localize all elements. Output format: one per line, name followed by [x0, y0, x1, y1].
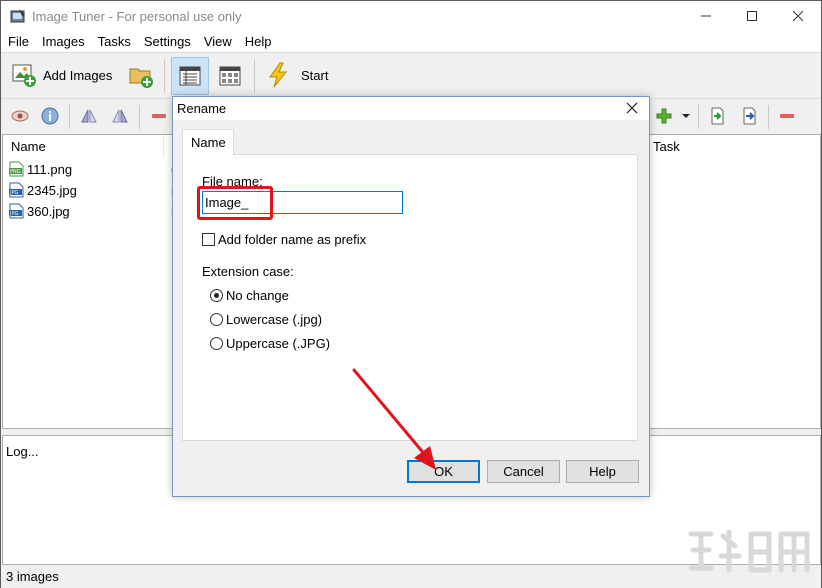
watermark-logo [688, 529, 810, 573]
title-bar: Image Tuner - For personal use only [1, 1, 821, 31]
maximize-icon [747, 11, 757, 21]
file-row[interactable]: JPG 2345.jpg [9, 180, 77, 200]
column-divider[interactable] [163, 135, 164, 157]
remove-task-icon[interactable] [778, 107, 796, 125]
close-button[interactable] [775, 1, 821, 31]
tab-name[interactable]: Name [182, 129, 234, 155]
jpg-file-icon: JPG [9, 182, 24, 198]
file-row[interactable]: PNG 111.png [9, 159, 72, 179]
dialog-close-icon[interactable] [625, 101, 639, 115]
menu-help[interactable]: Help [238, 31, 278, 52]
radio-lowercase[interactable] [210, 313, 223, 326]
info-icon[interactable] [41, 107, 59, 125]
menu-images[interactable]: Images [35, 31, 91, 52]
main-toolbar: Add Images Start [1, 52, 821, 99]
log-text: Log... [6, 444, 39, 459]
flip-vertical-icon[interactable] [111, 107, 129, 125]
menu-bar: File Images Tasks Settings View Help [1, 31, 821, 52]
maximize-button[interactable] [729, 1, 775, 31]
prefix-checkbox[interactable] [202, 233, 215, 246]
minimize-icon [701, 15, 711, 17]
start-label: Start [301, 67, 329, 83]
menu-file[interactable]: File [1, 31, 35, 52]
thumbnail-view-button[interactable] [211, 57, 249, 95]
export-task-icon[interactable] [740, 107, 758, 125]
svg-text:PNG: PNG [10, 169, 21, 175]
file-name: 360.jpg [27, 203, 70, 219]
file-row[interactable]: JPG 360.jpg [9, 201, 70, 221]
help-button[interactable]: Help [566, 460, 639, 483]
dropdown-arrow-icon[interactable] [681, 107, 691, 125]
list-view-icon [179, 66, 201, 86]
file-name: 2345.jpg [27, 182, 77, 198]
toolbar-separator [139, 105, 140, 129]
flip-horizontal-icon[interactable] [80, 107, 98, 125]
annotation-highlight-box [197, 186, 273, 220]
close-icon [793, 11, 803, 21]
svg-text:JPG: JPG [9, 190, 18, 196]
image-count-status: 3 images [6, 569, 59, 584]
add-folder-icon [129, 68, 153, 88]
svg-text:JPG: JPG [9, 211, 18, 217]
rename-dialog: Rename Name File name: Add folder name a… [172, 96, 650, 497]
window-title: Image Tuner - For personal use only [32, 9, 242, 24]
name-tab-panel: File name: Add folder name as prefix Ext… [182, 154, 638, 441]
radio-uppercase[interactable] [210, 337, 223, 350]
column-header-name[interactable]: Name [11, 139, 46, 154]
tab-name-label: Name [191, 135, 226, 150]
add-images-button[interactable]: Add Images [11, 62, 112, 88]
file-name: 111.png [27, 161, 73, 177]
menu-view[interactable]: View [197, 31, 238, 52]
remove-icon[interactable] [150, 107, 168, 125]
ok-button[interactable]: OK [407, 460, 480, 483]
dialog-title: Rename [177, 101, 227, 116]
minimize-button[interactable] [683, 1, 729, 31]
add-folder-button[interactable] [128, 63, 154, 89]
add-image-icon [12, 64, 36, 87]
cancel-button[interactable]: Cancel [487, 460, 560, 483]
lightning-icon [269, 62, 288, 88]
extension-case-label: Extension case: [202, 264, 294, 279]
prefix-checkbox-label[interactable]: Add folder name as prefix [218, 232, 366, 247]
column-header-task[interactable]: Task [653, 139, 680, 154]
thumbnail-view-icon [219, 66, 241, 86]
preview-eye-icon[interactable] [11, 107, 29, 125]
app-icon [10, 9, 25, 23]
toolbar-separator [254, 59, 255, 93]
menu-settings[interactable]: Settings [137, 31, 197, 52]
menu-tasks[interactable]: Tasks [91, 31, 137, 52]
toolbar-separator [768, 105, 769, 129]
toolbar-separator [69, 105, 70, 129]
jpg-file-icon: JPG [9, 203, 24, 219]
radio-uppercase-label[interactable]: Uppercase (.JPG) [226, 336, 330, 351]
list-view-button[interactable] [171, 57, 209, 95]
dialog-title-bar: Rename [173, 97, 649, 120]
toolbar-separator [164, 59, 165, 93]
radio-no-change[interactable] [210, 289, 223, 302]
import-task-icon[interactable] [708, 107, 726, 125]
radio-lowercase-label[interactable]: Lowercase (.jpg) [226, 312, 322, 327]
start-button[interactable]: Start [265, 62, 328, 88]
toolbar-separator [698, 105, 699, 129]
add-task-icon[interactable] [655, 107, 673, 125]
add-images-label: Add Images [43, 67, 113, 83]
png-file-icon: PNG [9, 161, 24, 177]
radio-no-change-label[interactable]: No change [226, 288, 289, 303]
